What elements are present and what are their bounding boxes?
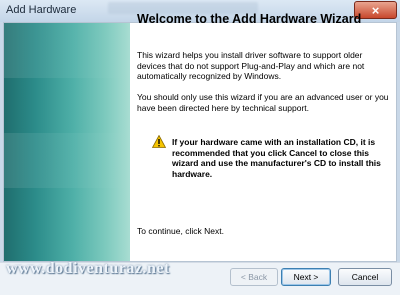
add-hardware-window: Add Hardware × Welcome to the Add Hardwa… [0,0,400,295]
wizard-sidebar-banner [4,23,130,261]
watermark-text: www.dodiventuraz.net [6,260,170,277]
wizard-heading: Welcome to the Add Hardware Wizard [137,12,362,26]
next-button[interactable]: Next > [281,268,331,286]
back-button[interactable]: < Back [230,268,278,286]
cancel-button[interactable]: Cancel [338,268,392,286]
window-title: Add Hardware [6,4,77,16]
sidebar-band [4,23,130,78]
close-icon: × [371,2,380,18]
sidebar-band [4,133,130,188]
installation-cd-warning: If your hardware came with an installati… [172,137,381,179]
continue-instruction: To continue, click Next. [137,226,224,236]
wizard-intro-text: This wizard helps you install driver sof… [137,50,365,81]
warning-triangle-icon [152,135,166,148]
wizard-advanced-user-text: You should only use this wizard if you a… [137,92,389,113]
